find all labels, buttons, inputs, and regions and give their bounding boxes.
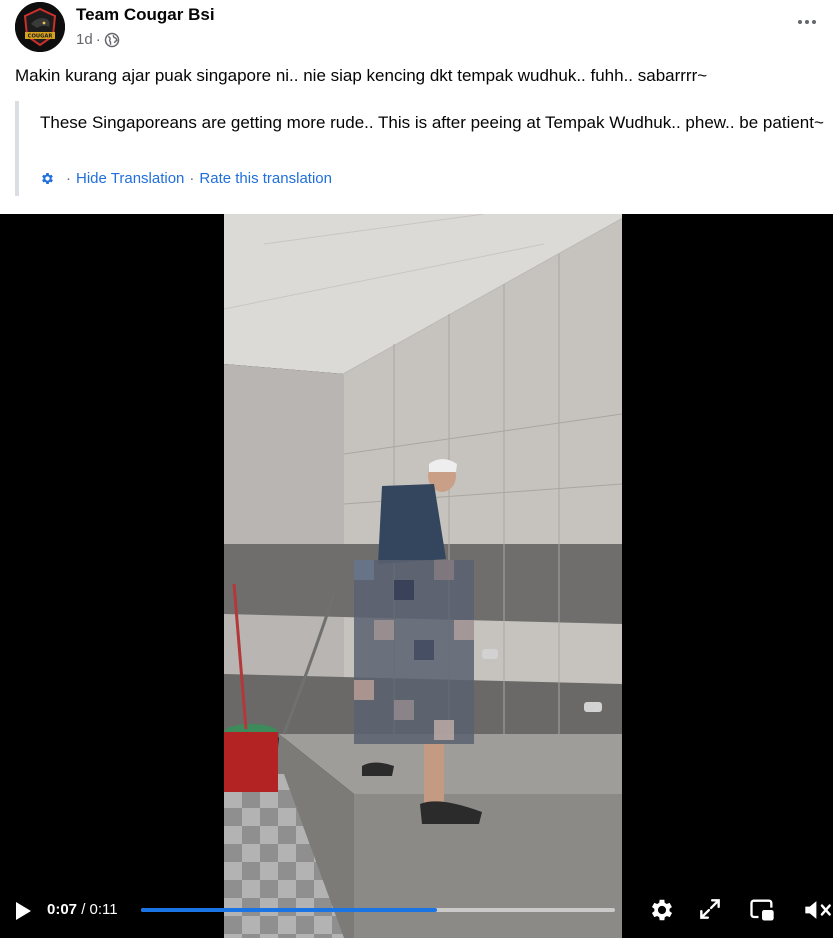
translation-links: · Hide Translation · Rate this translati… [40, 170, 332, 187]
video-time: 0:07 / 0:11 [47, 901, 118, 918]
translation-text: These Singaporeans are getting more rude… [40, 113, 824, 132]
total-time: 0:11 [89, 901, 118, 918]
more-options-button[interactable] [795, 10, 819, 34]
link-separator: · [66, 170, 71, 187]
translate-gear-icon[interactable] [40, 171, 55, 186]
progress-fill [141, 908, 438, 912]
muted-volume-icon[interactable] [802, 896, 833, 924]
globe-icon[interactable] [104, 32, 120, 48]
progress-bar[interactable] [141, 908, 615, 912]
page-avatar[interactable]: COUGAR [15, 2, 65, 52]
more-options-icon [798, 20, 802, 24]
post-original-text: Makin kurang ajar puak singapore ni.. ni… [15, 66, 708, 85]
video-controls: 0:07 / 0:11 [0, 880, 833, 938]
post-meta: 1d · [76, 31, 120, 48]
cougar-logo-icon: COUGAR [15, 2, 65, 52]
video-player[interactable]: 0:07 / 0:11 [0, 214, 833, 938]
post-timestamp[interactable]: 1d [76, 31, 93, 48]
fullscreen-icon[interactable] [697, 896, 723, 922]
post-header: COUGAR Team Cougar Bsi 1d · [0, 0, 833, 60]
rate-translation-link[interactable]: Rate this translation [199, 170, 332, 187]
picture-in-picture-icon[interactable] [748, 896, 776, 924]
author-name[interactable]: Team Cougar Bsi [76, 5, 215, 25]
play-icon[interactable] [13, 900, 33, 922]
avatar-logo-text: COUGAR [28, 34, 53, 40]
translation-block: These Singaporeans are getting more rude… [15, 101, 833, 196]
meta-separator: · [95, 31, 101, 48]
current-time: 0:07 [47, 901, 78, 918]
link-separator: · [189, 170, 195, 187]
video-frame[interactable] [224, 214, 622, 938]
settings-gear-icon[interactable] [648, 896, 676, 924]
time-divider: / [77, 901, 90, 918]
hide-translation-link[interactable]: Hide Translation [76, 170, 184, 187]
video-still-image [224, 214, 622, 938]
